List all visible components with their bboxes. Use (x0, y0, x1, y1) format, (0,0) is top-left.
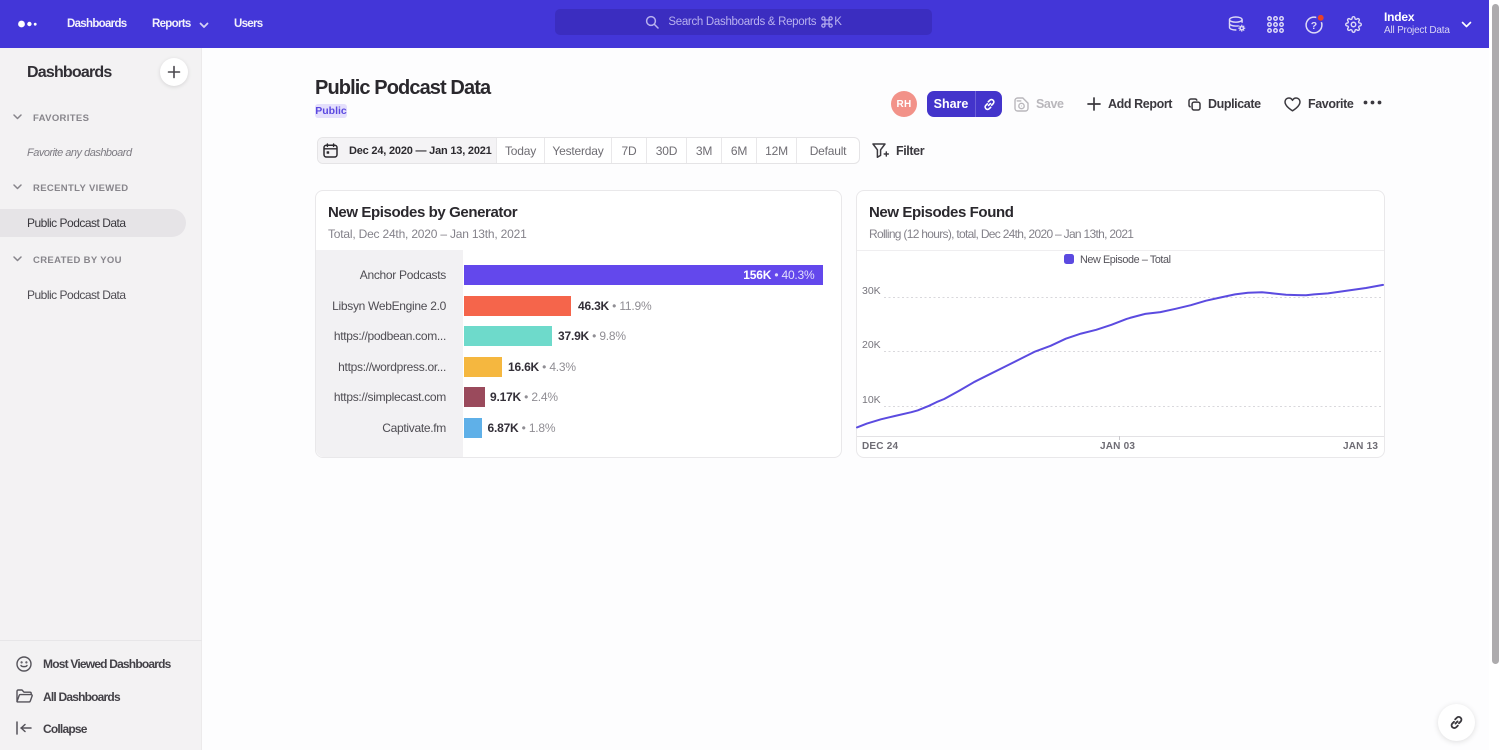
svg-text:?: ? (1311, 20, 1317, 32)
